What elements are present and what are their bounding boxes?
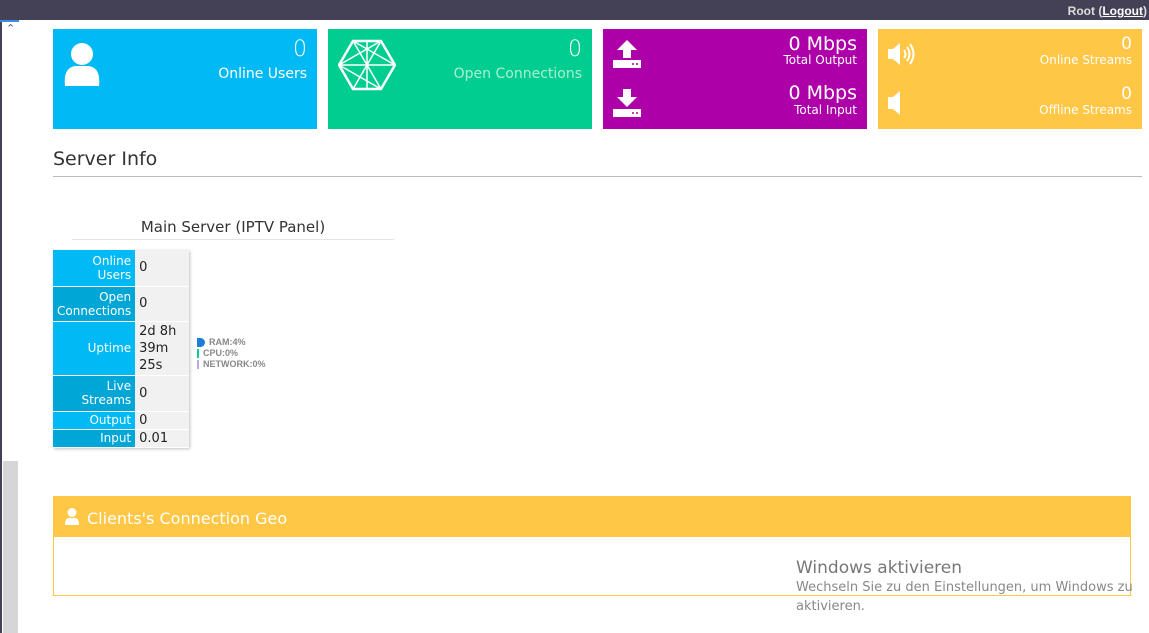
chevron-up-icon[interactable]: ⌃ (6, 22, 15, 35)
total-input-value: 0 Mbps (788, 82, 857, 104)
watermark-title: Windows aktivieren (796, 558, 963, 578)
server-name: Main Server (IPTV Panel) (72, 218, 394, 240)
user-icon (64, 43, 100, 86)
divider (53, 176, 1142, 177)
network-hexagon-icon (338, 39, 396, 91)
row-value: 0 (135, 375, 190, 412)
watermark-text: Wechseln Sie zu den Einstellungen, um Wi… (796, 580, 1133, 614)
online-users-label: Online Users (218, 66, 307, 82)
tile-bandwidth[interactable]: 0 Mbps Total Output 0 Mbps Total Input (603, 29, 867, 129)
volume-up-icon (888, 43, 915, 65)
table-row: Open Connections 0 (53, 286, 190, 322)
row-label: Live Streams (53, 375, 136, 412)
row-label: Uptime (53, 321, 136, 376)
windows-activation-watermark: Windows aktivieren Wechseln Sie zu den E… (796, 558, 1136, 616)
total-output-label: Total Output (783, 53, 857, 67)
row-label: Open Connections (53, 286, 136, 322)
row-value: 0 (135, 286, 190, 322)
offline-streams-value: 0 (1121, 84, 1132, 104)
server-stats-table: Online Users 0 Open Connections 0 Uptime 2d… (53, 250, 190, 448)
legend-network: NETWORK:0% (197, 359, 266, 370)
table-row: Output 0 (53, 411, 190, 430)
online-users-value: 0 (293, 37, 307, 62)
table-row: Live Streams 0 (53, 375, 190, 412)
row-value: 0 (135, 250, 190, 287)
tile-open-connections[interactable]: 0 Open Connections (328, 29, 592, 129)
row-label: Online Users (53, 250, 136, 287)
online-streams-label: Online Streams (1039, 53, 1132, 67)
total-output-value: 0 Mbps (788, 33, 857, 55)
usage-legend: RAM:4% CPU:0% NETWORK:0% (197, 337, 266, 370)
offline-streams-label: Offline Streams (1039, 103, 1132, 117)
row-label: Input (53, 429, 136, 448)
row-value: 0 (135, 411, 190, 430)
table-row: Online Users 0 (53, 250, 190, 287)
left-edge (0, 20, 2, 633)
upload-icon (613, 40, 641, 68)
user-icon (65, 508, 79, 525)
geo-panel-header: Clients's Connection Geo (54, 497, 1130, 537)
total-input-label: Total Input (794, 103, 857, 117)
open-connections-value: 0 (568, 37, 582, 62)
download-icon (613, 89, 641, 117)
row-value: 0.01 (135, 429, 190, 448)
section-title: Server Info (53, 148, 158, 170)
volume-off-icon (888, 91, 900, 115)
table-row: Uptime 2d 8h 39m 25s (53, 321, 190, 376)
username: Root (1067, 4, 1095, 18)
open-connections-label: Open Connections (453, 66, 582, 82)
row-value: 2d 8h 39m 25s (135, 321, 190, 376)
row-label: Output (53, 411, 136, 430)
legend-cpu: CPU:0% (197, 348, 266, 359)
logout-link[interactable]: Logout (1102, 4, 1143, 18)
tile-streams[interactable]: 0 Online Streams 0 Offline Streams (878, 29, 1142, 129)
top-bar: Root (Logout) (0, 0, 1149, 20)
table-row: Input 0.01 (53, 429, 190, 448)
online-streams-value: 0 (1121, 34, 1132, 54)
tile-online-users[interactable]: 0 Online Users (53, 29, 317, 129)
geo-panel-title: Clients's Connection Geo (87, 509, 288, 528)
legend-ram: RAM:4% (197, 337, 266, 348)
scrollbar[interactable] (3, 461, 18, 633)
